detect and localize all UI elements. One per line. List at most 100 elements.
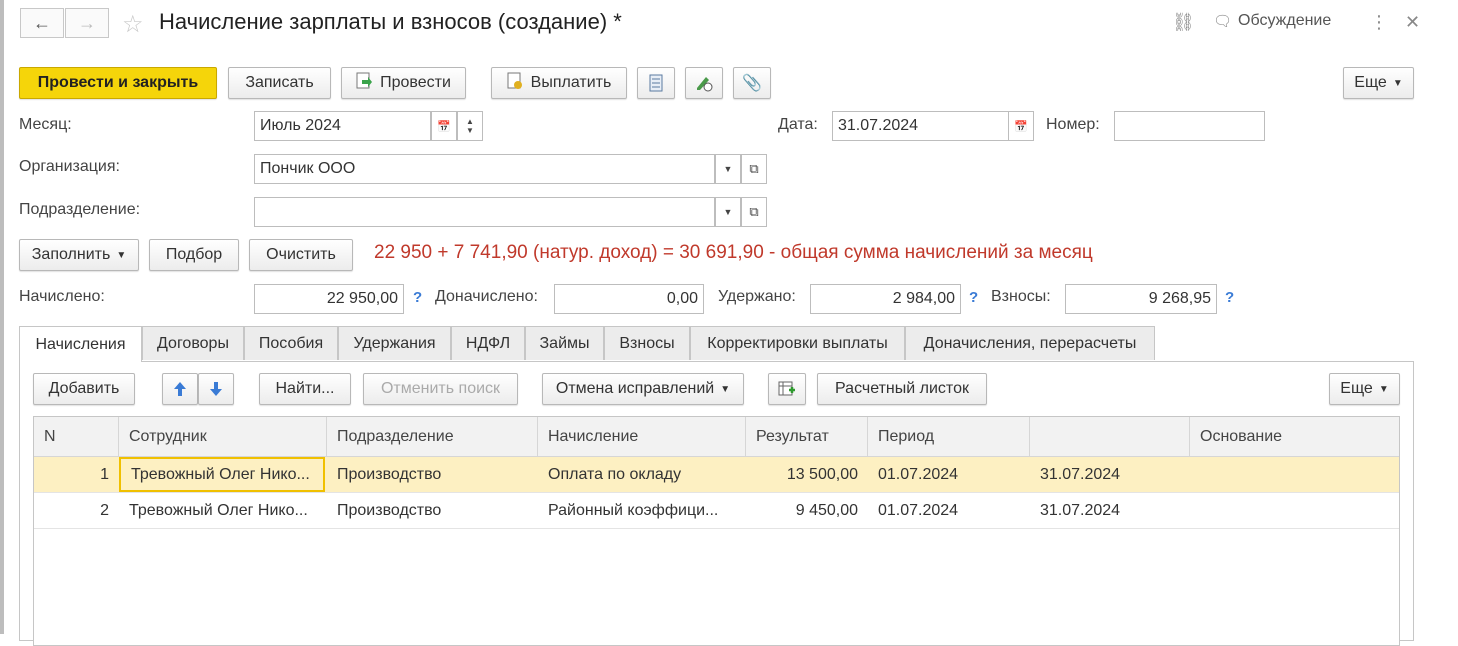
calendar-icon: 📅 — [437, 120, 451, 133]
month-field[interactable]: Июль 2024 — [254, 111, 431, 141]
clear-button[interactable]: Очистить — [249, 239, 353, 271]
chevron-down-icon: ▼ — [1378, 383, 1389, 395]
contributions-field[interactable]: 9 268,95 — [1065, 284, 1217, 314]
attach-file-button[interactable]: 📎 — [733, 67, 771, 99]
stepper-down-icon: ▼ — [466, 126, 474, 135]
fill-label: Заполнить — [31, 246, 111, 263]
organization-dropdown-button[interactable]: ▼ — [715, 154, 741, 184]
date-field[interactable]: 31.07.2024 — [832, 111, 1009, 141]
cell-basis — [1190, 493, 1399, 528]
department-open-button[interactable]: ⧉ — [741, 197, 767, 227]
department-field[interactable] — [254, 197, 715, 227]
chevron-down-icon: ▼ — [723, 207, 733, 217]
discussion-label: Обсуждение — [1238, 12, 1332, 29]
add-row-button[interactable]: Добавить — [33, 373, 135, 405]
grid-more-label: Еще — [1340, 380, 1373, 397]
favorite-star-icon[interactable]: ☆ — [122, 10, 144, 39]
discussion-button[interactable]: 🗨 Обсуждение — [1213, 12, 1331, 30]
tab-ndfl[interactable]: НДФЛ — [451, 326, 525, 360]
calendar-icon: 📅 — [1014, 120, 1028, 133]
cell-employee: Тревожный Олег Нико... — [129, 501, 308, 519]
tab-loans[interactable]: Займы — [525, 326, 604, 360]
grid-more-button[interactable]: Еще ▼ — [1329, 373, 1400, 405]
column-header-result[interactable]: Результат — [746, 417, 868, 457]
payslip-button[interactable]: Расчетный листок — [817, 373, 987, 405]
department-dropdown-button[interactable]: ▼ — [715, 197, 741, 227]
department-label: Подразделение: — [19, 201, 141, 218]
more-menu-icon[interactable]: ⋮ — [1370, 12, 1388, 33]
withheld-help-icon[interactable]: ? — [969, 289, 978, 306]
table-row[interactable]: 2 Тревожный Олег Нико... Производство Ра… — [34, 493, 1399, 529]
fill-button[interactable]: Заполнить ▼ — [19, 239, 139, 271]
column-header-employee[interactable]: Сотрудник — [119, 417, 327, 457]
tab-accruals[interactable]: Начисления — [19, 326, 142, 362]
arrow-down-icon — [210, 382, 222, 396]
move-up-button[interactable] — [162, 373, 198, 405]
accruals-table[interactable]: N Сотрудник Подразделение Начисление Рез… — [33, 416, 1400, 646]
report-list-icon — [649, 74, 663, 92]
withheld-label: Удержано: — [718, 288, 796, 305]
tab-deductions[interactable]: Удержания — [338, 326, 451, 360]
link-icon[interactable]: ⛓ — [1172, 12, 1195, 33]
select-button[interactable]: Подбор — [149, 239, 239, 271]
open-form-icon: ⧉ — [749, 161, 759, 176]
tab-benefits[interactable]: Пособия — [244, 326, 338, 360]
calendar-button[interactable]: 📅 — [431, 111, 457, 141]
date-calendar-button[interactable]: 📅 — [1008, 111, 1034, 141]
column-header-period[interactable]: Период — [868, 417, 1030, 457]
pencil-gear-icon — [697, 77, 713, 92]
find-button[interactable]: Найти... — [259, 373, 351, 405]
window-edge — [0, 0, 4, 634]
cell-basis — [1190, 457, 1399, 492]
table-row[interactable]: 1 Тревожный Олег Нико... Производство Оп… — [34, 457, 1399, 493]
report-list-button[interactable] — [637, 67, 675, 99]
forward-button[interactable]: → — [65, 8, 109, 38]
tab-contracts[interactable]: Договоры — [142, 326, 244, 360]
month-stepper[interactable]: ▲ ▼ — [457, 111, 483, 141]
paperclip-icon: 📎 — [742, 75, 762, 92]
undo-fixes-button[interactable]: Отмена исправлений ▼ — [542, 373, 744, 405]
number-field[interactable] — [1114, 111, 1265, 141]
cell-period-end: 31.07.2024 — [1040, 501, 1121, 519]
cell-period-start: 01.07.2024 — [878, 465, 959, 483]
pay-button[interactable]: Выплатить — [491, 67, 627, 99]
month-label: Месяц: — [19, 116, 72, 133]
cell-accrual: Оплата по окладу — [548, 465, 682, 483]
column-header-accrual[interactable]: Начисление — [538, 417, 746, 457]
column-header-department[interactable]: Подразделение — [327, 417, 538, 457]
cell-employee-text: Тревожный Олег Нико... — [131, 465, 310, 483]
add-table-row-button[interactable] — [768, 373, 806, 405]
accrued-field[interactable]: 22 950,00 — [254, 284, 404, 314]
close-icon[interactable]: ✕ — [1405, 12, 1420, 33]
column-header-period-end[interactable] — [1030, 417, 1190, 457]
tab-contributions[interactable]: Взносы — [604, 326, 690, 360]
additional-field[interactable]: 0,00 — [554, 284, 704, 314]
cell-employee[interactable]: Тревожный Олег Нико... — [119, 457, 325, 492]
contributions-help-icon[interactable]: ? — [1225, 289, 1234, 306]
more-button[interactable]: Еще ▼ — [1343, 67, 1414, 99]
withheld-field[interactable]: 2 984,00 — [810, 284, 961, 314]
cell-accrual: Районный коэффици... — [548, 501, 719, 519]
post-button[interactable]: Провести — [341, 67, 466, 99]
forward-arrow-icon: → — [78, 12, 96, 33]
tab-recalculations[interactable]: Доначисления, перерасчеты — [905, 326, 1155, 360]
column-header-basis[interactable]: Основание — [1190, 417, 1399, 457]
edit-settings-button[interactable] — [685, 67, 723, 99]
organization-field[interactable]: Пончик ООО — [254, 154, 715, 184]
cell-n: 2 — [100, 501, 109, 519]
cancel-search-button[interactable]: Отменить поиск — [363, 373, 518, 405]
save-button[interactable]: Записать — [228, 67, 331, 99]
post-and-close-button[interactable]: Провести и закрыть — [19, 67, 217, 99]
organization-label: Организация: — [19, 158, 120, 175]
window-title: Начисление зарплаты и взносов (создание)… — [159, 9, 622, 34]
cell-n: 1 — [100, 465, 109, 483]
date-label: Дата: — [778, 116, 818, 133]
tab-payment-adjustments[interactable]: Корректировки выплаты — [690, 326, 905, 360]
column-header-n[interactable]: N — [34, 417, 119, 457]
back-button[interactable]: ← — [20, 8, 64, 38]
accrued-help-icon[interactable]: ? — [413, 289, 422, 306]
cell-period-end: 31.07.2024 — [1040, 465, 1121, 483]
move-down-button[interactable] — [198, 373, 234, 405]
organization-open-button[interactable]: ⧉ — [741, 154, 767, 184]
chevron-down-icon: ▼ — [116, 249, 127, 261]
